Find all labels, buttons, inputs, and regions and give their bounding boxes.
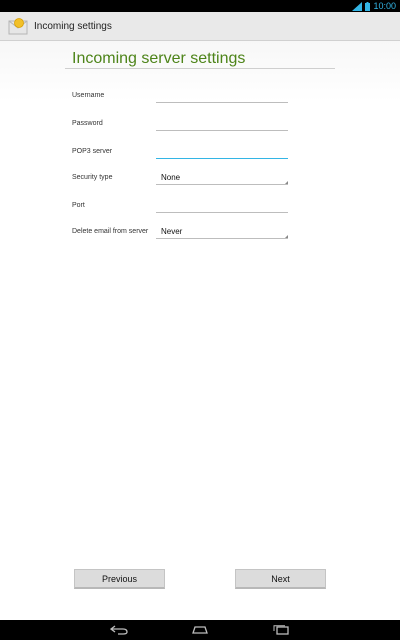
port-label: Port [72, 202, 85, 209]
page-title: Incoming server settings [72, 50, 246, 67]
title-divider [65, 68, 335, 69]
port-field[interactable] [156, 203, 288, 213]
email-envelope-icon[interactable] [8, 17, 28, 35]
status-time: 10:00 [373, 1, 396, 11]
recent-apps-button[interactable] [266, 622, 296, 638]
security-type-value: None [161, 173, 181, 182]
status-icons: 10:00 [352, 0, 396, 12]
battery-icon [365, 1, 371, 11]
pop3-server-label: POP3 server [72, 148, 113, 155]
password-field[interactable] [156, 121, 288, 131]
security-type-label: Security type [72, 174, 113, 181]
username-field[interactable] [156, 93, 288, 103]
previous-button[interactable]: Previous [74, 569, 165, 589]
action-bar: Incoming settings [0, 12, 400, 41]
username-label: Username [72, 92, 105, 99]
pop3-server-field[interactable] [156, 149, 288, 159]
delete-email-select[interactable]: Never [156, 227, 288, 239]
signal-icon [352, 1, 363, 11]
home-button[interactable] [185, 622, 215, 638]
app-title: Incoming settings [34, 20, 112, 32]
delete-email-value: Never [161, 227, 183, 236]
home-icon [192, 626, 208, 634]
delete-email-label: Delete email from server [72, 228, 149, 235]
security-type-select[interactable]: None [156, 173, 288, 185]
password-label: Password [72, 120, 103, 127]
navigation-bar [0, 620, 400, 640]
next-button[interactable]: Next [235, 569, 326, 589]
back-button[interactable] [104, 622, 134, 638]
recent-apps-icon [273, 625, 289, 635]
back-icon [110, 625, 128, 635]
settings-content: Incoming server settings Username Passwo… [0, 41, 400, 620]
status-bar: 10:00 [0, 0, 400, 12]
